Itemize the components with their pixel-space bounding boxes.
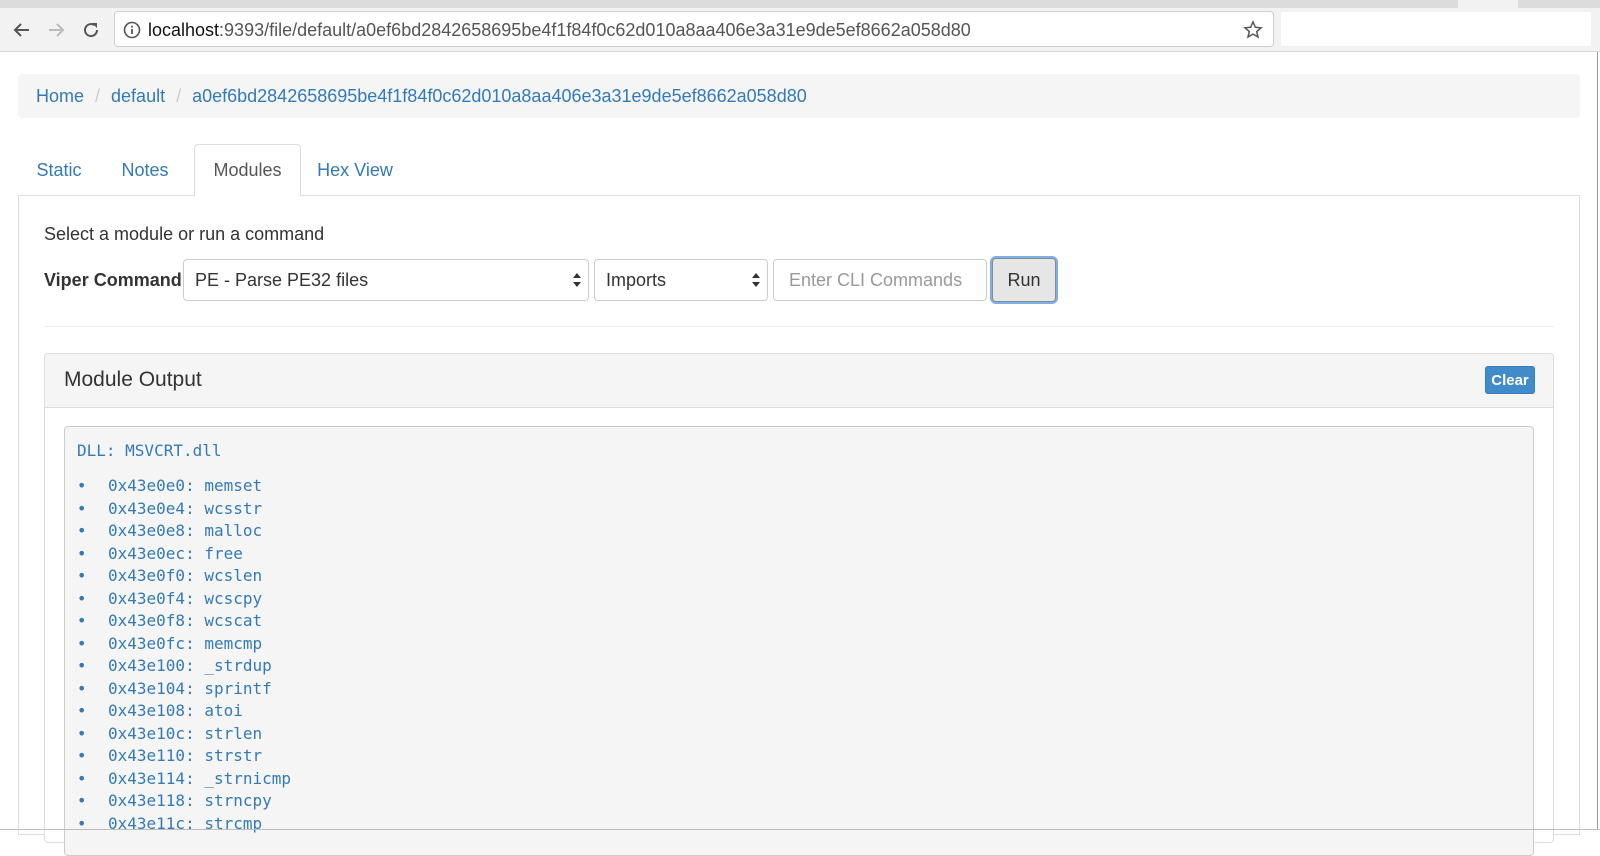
module-select[interactable]: PE - Parse PE32 files	[183, 259, 589, 301]
bullet-icon: •	[77, 723, 87, 743]
file-tabs: Static Notes Modules Hex View	[18, 144, 1580, 197]
import-item: • 0x43e110: strstr	[77, 745, 291, 768]
bullet-icon: •	[77, 813, 87, 833]
bullet-icon: •	[77, 498, 87, 518]
cli-command-input[interactable]	[773, 259, 987, 301]
address-url: localhost:9393/file/default/a0ef6bd28426…	[148, 20, 971, 40]
module-output-panel: Module Output Clear DLL: MSVCRT.dll • 0x4…	[44, 353, 1554, 856]
bullet-icon: •	[77, 611, 87, 630]
module-prompt: Select a module or run a command	[44, 224, 325, 244]
import-item: • 0x43e108: atoi	[77, 700, 291, 723]
tab-notes[interactable]: Notes	[106, 144, 184, 196]
import-entry: 0x43e0e0: memset	[108, 476, 263, 495]
viper-command-label: Viper Command	[44, 270, 182, 290]
bullet-icon: •	[77, 656, 87, 675]
submodule-select-value: Imports	[606, 269, 667, 290]
import-entry: 0x43e104: sprintf	[108, 678, 272, 698]
bookmark-star-icon[interactable]	[1243, 20, 1263, 40]
run-button[interactable]: Run	[992, 258, 1056, 302]
select-arrows-icon	[573, 273, 581, 287]
import-entry: 0x43e118: strncpy	[108, 791, 272, 810]
back-icon[interactable]	[8, 16, 36, 44]
breadcrumb-separator: /	[176, 85, 182, 106]
import-entry: 0x43e114: _strnicmp	[108, 768, 292, 788]
import-entry: 0x43e0ec: free	[108, 543, 243, 563]
bullet-icon: •	[77, 768, 87, 788]
import-item: • 0x43e0fc: memcmp	[77, 633, 291, 656]
tab-static[interactable]: Static	[18, 144, 100, 196]
reload-icon[interactable]	[77, 16, 105, 44]
panel-heading: Module Output Clear	[45, 354, 1553, 408]
clear-button[interactable]: Clear	[1485, 366, 1535, 394]
bullet-icon: •	[77, 701, 87, 720]
import-item: • 0x43e11c: strcmp	[77, 813, 291, 836]
import-item: • 0x43e118: strncpy	[77, 790, 291, 813]
output-box: DLL: MSVCRT.dll • 0x43e0e0: memset • 0x43e0…	[64, 426, 1534, 856]
import-item: • 0x43e0ec: free	[77, 543, 291, 566]
import-item: • 0x43e0f8: wcscat	[77, 610, 291, 633]
import-entry: 0x43e110: strstr	[108, 746, 263, 765]
submodule-select[interactable]: Imports	[594, 259, 768, 301]
bullet-icon: •	[77, 791, 87, 810]
browser-tab[interactable]	[1458, 0, 1518, 8]
breadcrumb-project[interactable]: default	[111, 86, 165, 107]
breadcrumb: Home / default / a0ef6bd2842658695be4f1f…	[18, 74, 1580, 118]
imports-list: • 0x43e0e0: memset • 0x43e0e4: wcsstr • 0x43e…	[77, 475, 291, 835]
import-entry: 0x43e0e8: malloc	[108, 521, 263, 540]
extension-area	[1281, 12, 1591, 46]
import-entry: 0x43e10c: strlen	[108, 723, 263, 743]
breadcrumb-file-hash[interactable]: a0ef6bd2842658695be4f1f84f0c62d010a8aa40…	[192, 86, 807, 107]
breadcrumb-separator: /	[95, 85, 101, 106]
bullet-icon: •	[77, 566, 87, 585]
import-entry: 0x43e100: _strdup	[108, 656, 272, 675]
browser-tabstrip	[0, 0, 1600, 8]
import-item: • 0x43e10c: strlen	[77, 723, 291, 746]
import-entry: 0x43e0f8: wcscat	[108, 611, 263, 630]
import-entry: 0x43e0f0: wcslen	[108, 566, 263, 585]
tab-hex-view[interactable]: Hex View	[308, 144, 402, 196]
import-entry: 0x43e0e4: wcsstr	[108, 498, 263, 518]
bullet-icon: •	[77, 588, 87, 608]
info-icon[interactable]	[123, 21, 141, 39]
divider	[44, 326, 1554, 327]
import-entry: 0x43e11c: strcmp	[108, 813, 263, 833]
breadcrumb-home[interactable]: Home	[36, 86, 84, 107]
import-item: • 0x43e0f4: wcscpy	[77, 588, 291, 611]
import-entry: 0x43e0fc: memcmp	[108, 633, 263, 653]
import-item: • 0x43e0e8: malloc	[77, 520, 291, 543]
tab-modules[interactable]: Modules	[194, 144, 301, 197]
select-arrows-icon	[752, 273, 760, 287]
bullet-icon: •	[77, 476, 87, 495]
import-item: • 0x43e114: _strnicmp	[77, 768, 291, 791]
page-edge	[1597, 52, 1598, 830]
import-entry: 0x43e108: atoi	[108, 701, 243, 720]
bullet-icon: •	[77, 521, 87, 540]
import-item: • 0x43e104: sprintf	[77, 678, 291, 701]
import-item: • 0x43e0e4: wcsstr	[77, 498, 291, 521]
bullet-icon: •	[77, 543, 87, 563]
forward-icon[interactable]	[42, 16, 70, 44]
module-select-value: PE - Parse PE32 files	[195, 269, 369, 290]
bullet-icon: •	[77, 678, 87, 698]
bullet-icon: •	[77, 746, 87, 765]
bullet-icon: •	[77, 633, 87, 653]
panel-title: Module Output	[64, 368, 202, 391]
browser-toolbar: localhost:9393/file/default/a0ef6bd28426…	[0, 8, 1600, 52]
import-entry: 0x43e0f4: wcscpy	[108, 588, 263, 608]
import-item: • 0x43e0f0: wcslen	[77, 565, 291, 588]
address-bar[interactable]: localhost:9393/file/default/a0ef6bd28426…	[114, 11, 1274, 47]
import-item: • 0x43e100: _strdup	[77, 655, 291, 678]
import-item: • 0x43e0e0: memset	[77, 475, 291, 498]
dll-name: DLL: MSVCRT.dll	[77, 441, 222, 460]
